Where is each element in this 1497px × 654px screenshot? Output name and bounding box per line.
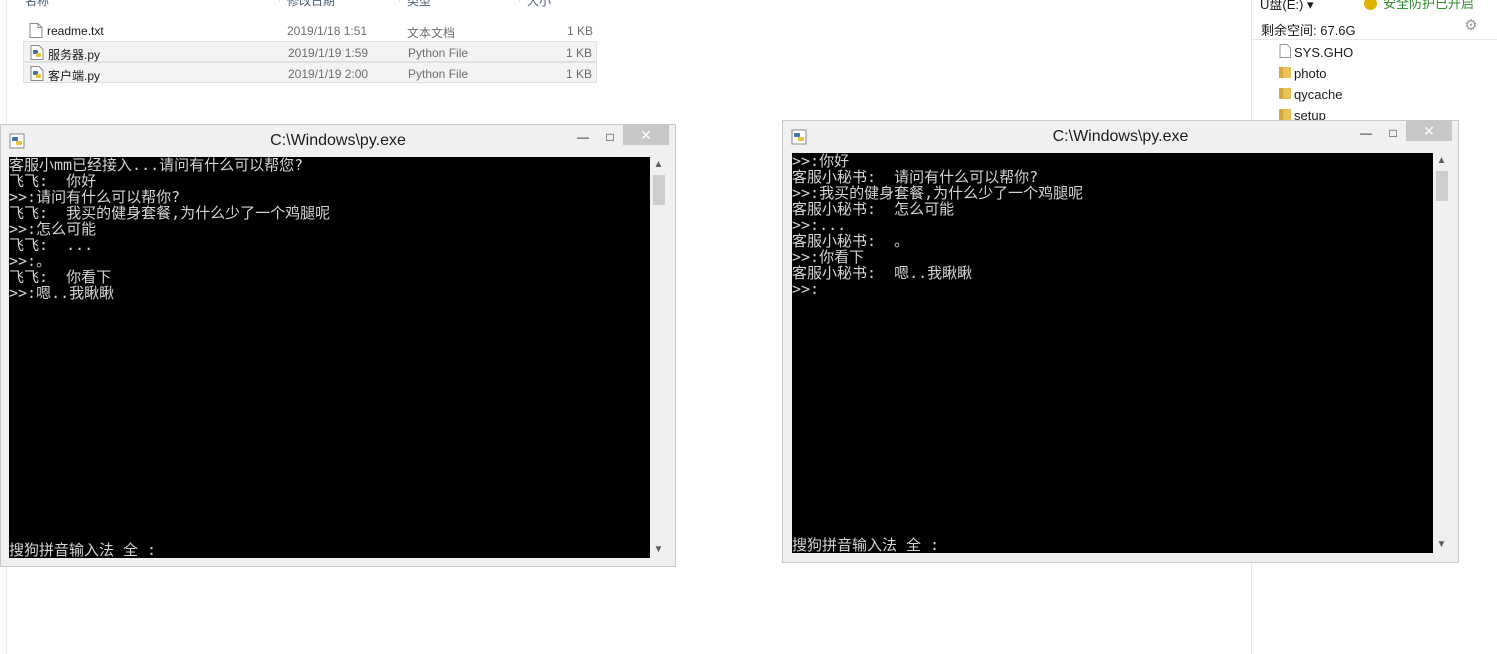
file-size: 1 KB: [565, 46, 592, 60]
console-line: >>:。: [9, 252, 52, 270]
drive-selector[interactable]: U盘(E:) ▾: [1260, 0, 1313, 13]
console-line: >>:我买的健身套餐,为什么少了一个鸡腿呢: [792, 184, 1084, 202]
scroll-down-icon[interactable]: ▼: [650, 542, 667, 558]
free-space-row: 剩余空间: 67.6G ⚙: [1252, 14, 1497, 40]
console-line: >>:怎么可能: [9, 220, 97, 238]
python-file-icon: [30, 66, 44, 81]
file-size: 1 KB: [565, 67, 592, 81]
drive-bar: U盘(E:) ▾ 安全防护已开启: [1252, 0, 1497, 13]
vertical-scrollbar[interactable]: ▲ ▼: [1433, 153, 1450, 553]
minimize-button[interactable]: —: [1353, 123, 1379, 143]
file-date: 2019/1/19 2:00: [288, 67, 369, 81]
file-name: 服务器.py: [48, 48, 101, 62]
column-divider[interactable]: [399, 0, 400, 2]
window-titlebar[interactable]: C:\Windows\py.exe — □ ✕: [783, 121, 1458, 152]
scroll-down-icon[interactable]: ▼: [1433, 537, 1450, 553]
console-line: 客服小秘书: 。: [792, 232, 910, 250]
window-titlebar[interactable]: C:\Windows\py.exe — □ ✕: [1, 125, 675, 156]
file-type: Python File: [408, 46, 469, 60]
python-file-icon: [30, 45, 44, 60]
folder-icon: [1279, 88, 1291, 99]
file-row-readme[interactable]: readme.txt 2019/1/18 1:51 文本文档 1 KB: [23, 20, 597, 41]
console-line: 飞飞: 你好: [9, 172, 97, 190]
protection-label: 安全防护已开启: [1383, 0, 1475, 11]
file-size: 1 KB: [566, 24, 593, 38]
file-date: 2019/1/18 1:51: [287, 24, 368, 38]
close-button[interactable]: ✕: [1406, 121, 1452, 141]
scroll-up-icon[interactable]: ▲: [650, 157, 667, 173]
column-divider[interactable]: [519, 0, 520, 2]
vertical-scrollbar[interactable]: ▲ ▼: [650, 157, 667, 558]
file-icon: [1279, 44, 1291, 58]
console-line: 客服小秘书: 请问有什么可以帮你?: [792, 168, 1039, 186]
protection-status[interactable]: 安全防护已开启: [1364, 0, 1474, 12]
folder-icon: [1279, 67, 1291, 78]
maximize-button[interactable]: □: [1380, 123, 1406, 143]
console-line: >>:: [792, 280, 820, 298]
gear-icon[interactable]: ⚙: [1463, 18, 1479, 34]
scroll-thumb[interactable]: [1436, 171, 1448, 201]
file-row-server-py[interactable]: 服务器.py 2019/1/19 1:59 Python File 1 KB: [23, 41, 597, 62]
nav-item-label: photo: [1294, 66, 1327, 81]
shield-icon: [1364, 0, 1377, 10]
file-list-header: 名称 修改日期 类型 大小: [23, 0, 601, 8]
console-line: 飞飞: 我买的健身套餐,为什么少了一个鸡腿呢: [9, 204, 331, 222]
console-line: 客服小秘书: 嗯..我瞅瞅: [792, 264, 973, 282]
file-name: 客户端.py: [48, 69, 101, 83]
console-window-left[interactable]: C:\Windows\py.exe — □ ✕ 客服小mm已经接入...请问有什…: [0, 124, 676, 567]
file-row-client-py[interactable]: 客户端.py 2019/1/19 2:00 Python File 1 KB: [23, 62, 597, 83]
console-output[interactable]: >>:你好 客服小秘书: 请问有什么可以帮你? >>:我买的健身套餐,为什么少了…: [792, 153, 1433, 553]
column-size[interactable]: 大小: [527, 0, 551, 9]
console-line: 飞飞: ...: [9, 236, 94, 254]
console-output[interactable]: 客服小mm已经接入...请问有什么可以帮您? 飞飞: 你好 >>:请问有什么可以…: [9, 157, 650, 558]
ime-status: 搜狗拼音输入法 全 :: [9, 541, 157, 558]
folder-icon: [1279, 109, 1291, 120]
file-type: Python File: [408, 67, 469, 81]
console-line: >>:...: [792, 216, 847, 234]
minimize-button[interactable]: —: [570, 127, 596, 147]
nav-item-label: SYS.GHO: [1294, 45, 1354, 60]
nav-item-sys-gho[interactable]: SYS.GHO: [1276, 42, 1476, 62]
column-name[interactable]: 名称: [25, 0, 49, 9]
console-window-right[interactable]: C:\Windows\py.exe — □ ✕ >>:你好 客服小秘书: 请问有…: [782, 120, 1459, 563]
file-type: 文本文档: [407, 26, 456, 40]
file-date: 2019/1/19 1:59: [288, 46, 369, 60]
file-name: readme.txt: [47, 24, 104, 38]
console-line: >>:你看下: [792, 248, 865, 266]
console-line: 客服小mm已经接入...请问有什么可以帮您?: [9, 157, 304, 174]
column-divider[interactable]: [279, 0, 280, 2]
console-line: >>:嗯..我瞅瞅: [9, 284, 115, 302]
column-date[interactable]: 修改日期: [287, 0, 335, 9]
maximize-button[interactable]: □: [597, 127, 623, 147]
console-line: >>:请问有什么可以帮你?: [9, 188, 181, 206]
nav-item-label: qycache: [1294, 87, 1343, 102]
free-space-label: 剩余空间: 67.6G: [1261, 23, 1356, 38]
scroll-thumb[interactable]: [653, 175, 665, 205]
text-file-icon: [29, 23, 43, 38]
column-type[interactable]: 类型: [407, 0, 431, 9]
nav-item-photo[interactable]: photo: [1276, 63, 1476, 83]
console-line: 飞飞: 你看下: [9, 268, 112, 286]
ime-status: 搜狗拼音输入法 全 :: [792, 536, 940, 553]
close-button[interactable]: ✕: [623, 125, 669, 145]
console-line: >>:你好: [792, 153, 850, 170]
console-line: 客服小秘书: 怎么可能: [792, 200, 955, 218]
nav-item-qycache[interactable]: qycache: [1276, 84, 1476, 104]
scroll-up-icon[interactable]: ▲: [1433, 153, 1450, 169]
